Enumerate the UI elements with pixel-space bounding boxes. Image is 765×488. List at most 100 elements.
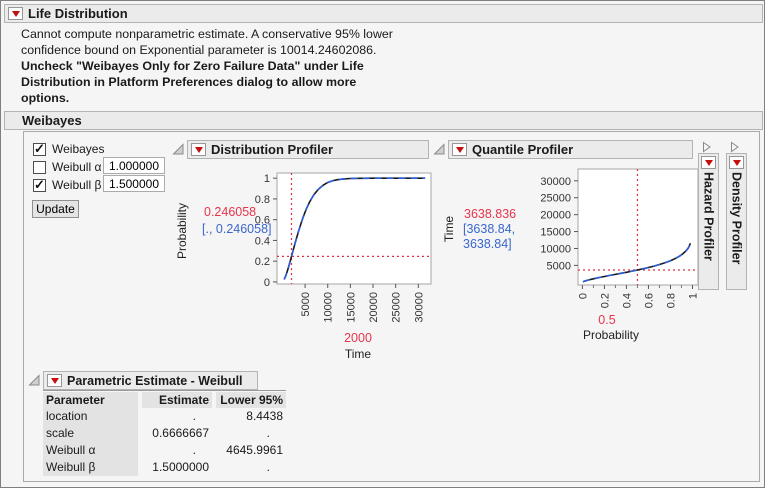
x-tick-label: 0.2 — [599, 293, 611, 308]
red-triangle-icon — [704, 159, 713, 166]
warning-line: Uncheck "Weibayes Only for Zero Failure … — [21, 59, 364, 73]
y-tick-label: 0 — [264, 277, 270, 289]
red-triangle-icon — [194, 146, 203, 153]
weibull-beta-checkbox-label: Weibull β — [52, 178, 102, 192]
current-x-value[interactable]: 0.5 — [598, 313, 615, 327]
life-distribution-header: Life Distribution — [4, 4, 763, 23]
x-tick-label: 25000 — [391, 292, 403, 323]
quantile-profiler-title[interactable]: Quantile Profiler — [472, 142, 573, 157]
weibayes-checkbox-label: Weibayes — [52, 142, 105, 156]
table-cell-parameter: location — [43, 408, 138, 425]
disclosure-open-icon-quantile-profiler[interactable] — [433, 143, 445, 155]
x-tick-label: 0.4 — [621, 293, 633, 308]
column-header: Estimate — [142, 392, 212, 408]
density-profiler-title[interactable]: Density Profiler — [730, 172, 744, 264]
weibayes-row: Weibayes — [31, 140, 104, 158]
message-line: Cannot compute nonparametric estimate. A… — [21, 27, 393, 41]
red-triangle-menu-hazard-profiler[interactable] — [701, 156, 716, 169]
y-tick-label: 10000 — [540, 243, 571, 255]
weibayes-title[interactable]: Weibayes — [22, 113, 82, 128]
message-line: confidence bound on Exponential paramete… — [21, 43, 377, 57]
quantile-profiler-header: Quantile Profiler — [448, 140, 693, 159]
confidence-interval-value: 3638.84] — [463, 237, 512, 251]
table-cell-value: . — [266, 426, 270, 440]
warning-line: options. — [21, 91, 70, 105]
weibayes-header: Weibayes — [4, 111, 763, 130]
x-tick-label: 15000 — [345, 292, 357, 323]
x-tick-label: 1 — [687, 293, 699, 299]
y-tick-label: 25000 — [540, 193, 571, 205]
table-cell-parameter: scale — [43, 425, 138, 442]
x-tick-label: 5000 — [300, 292, 312, 316]
red-triangle-menu-distribution-profiler[interactable] — [191, 143, 206, 156]
x-axis-label: Probability — [583, 328, 639, 342]
y-tick-label: 30000 — [540, 176, 571, 188]
weibull-alpha-input[interactable] — [103, 157, 165, 174]
disclosure-open-icon-distribution-profiler[interactable] — [172, 143, 184, 155]
weibayes-checkbox[interactable] — [33, 141, 46, 157]
table-cell-value: . — [192, 443, 196, 457]
table-cell-parameter: Weibull α — [43, 442, 138, 459]
table-cell-value: 8.4438 — [246, 409, 283, 423]
weibull-beta-row: Weibull β — [31, 176, 101, 194]
parametric-estimate-title[interactable]: Parametric Estimate - Weibull — [67, 374, 243, 388]
current-y-value: 3638.836 — [464, 207, 516, 221]
confidence-interval-value: [3638.84, — [463, 222, 515, 236]
red-triangle-menu-density-profiler[interactable] — [729, 156, 744, 169]
y-axis-label: Time — [442, 216, 456, 243]
red-triangle-icon — [455, 146, 464, 153]
y-tick-label: 0.2 — [255, 256, 270, 268]
current-x-value[interactable]: 2000 — [344, 331, 372, 345]
density-profiler-collapsed-panel[interactable]: Density Profiler — [726, 153, 747, 290]
red-triangle-menu-parametric-estimate[interactable] — [47, 374, 62, 387]
x-tick-label: 0.6 — [643, 293, 655, 308]
update-button[interactable]: Update — [32, 200, 79, 218]
y-tick-label: 0.8 — [255, 194, 270, 206]
table-cell-value: 1.5000000 — [152, 460, 209, 474]
red-triangle-icon — [11, 10, 20, 17]
weibull-beta-checkbox[interactable] — [33, 177, 46, 193]
x-tick-label: 0.8 — [665, 293, 677, 308]
parametric-estimate-header: Parametric Estimate - Weibull — [43, 371, 258, 390]
column-header: Lower 95% — [216, 392, 286, 408]
weibull-alpha-checkbox-label: Weibull α — [52, 160, 102, 174]
hazard-profiler-collapsed-panel[interactable]: Hazard Profiler — [698, 153, 719, 290]
y-tick-label: 20000 — [540, 210, 571, 222]
red-triangle-menu-life-distribution[interactable] — [8, 7, 23, 20]
hazard-profiler-title[interactable]: Hazard Profiler — [702, 172, 716, 261]
weibull-alpha-checkbox[interactable] — [33, 160, 46, 174]
weibayes-controls: Weibayes Weibull α Weibull β Update — [31, 140, 171, 220]
plot-frame — [577, 168, 699, 286]
table-cell-value: . — [192, 409, 196, 423]
distribution-profiler-title[interactable]: Distribution Profiler — [211, 142, 333, 157]
y-tick-label: 5000 — [547, 260, 571, 272]
x-tick-label: 10000 — [323, 292, 335, 323]
y-tick-label: 15000 — [540, 227, 571, 239]
distribution-profiler-header: Distribution Profiler — [187, 140, 429, 159]
column-header: Parameter — [43, 392, 138, 408]
life-distribution-title[interactable]: Life Distribution — [28, 6, 128, 21]
disclosure-closed-icon-density-profiler[interactable] — [728, 141, 740, 153]
y-axis-label: Probability — [177, 203, 189, 259]
life-distribution-window: Life Distribution Cannot compute nonpara… — [0, 0, 765, 488]
red-triangle-menu-quantile-profiler[interactable] — [452, 143, 467, 156]
red-triangle-icon — [50, 377, 59, 384]
y-tick-label: 0.4 — [255, 235, 270, 247]
weibull-alpha-row: Weibull α — [31, 158, 101, 176]
disclosure-open-icon-parametric-estimate[interactable] — [28, 374, 40, 386]
y-tick-label: 0.6 — [255, 215, 270, 227]
distribution-profiler-plot: Probability 0.246058[., 0.246058]00.20.40… — [177, 172, 432, 361]
disclosure-closed-icon-hazard-profiler[interactable] — [700, 141, 712, 153]
y-tick-label: 1 — [264, 173, 270, 185]
x-tick-label: 30000 — [413, 292, 425, 323]
red-triangle-icon — [732, 159, 741, 166]
parametric-estimate-table: Parameter Estimate Lower 95% location. 8.443… — [43, 390, 286, 476]
table-cell-parameter: Weibull β — [43, 459, 138, 476]
x-tick-label: 20000 — [368, 292, 380, 323]
x-tick-label: 0 — [577, 293, 589, 299]
table-cell-value: 4645.9961 — [226, 443, 283, 457]
warning-line: Distribution in Platform Preferences dia… — [21, 75, 357, 89]
x-axis-label: Time — [345, 347, 372, 361]
table-cell-value: 0.6666667 — [152, 426, 209, 440]
weibull-beta-input[interactable] — [103, 175, 165, 192]
